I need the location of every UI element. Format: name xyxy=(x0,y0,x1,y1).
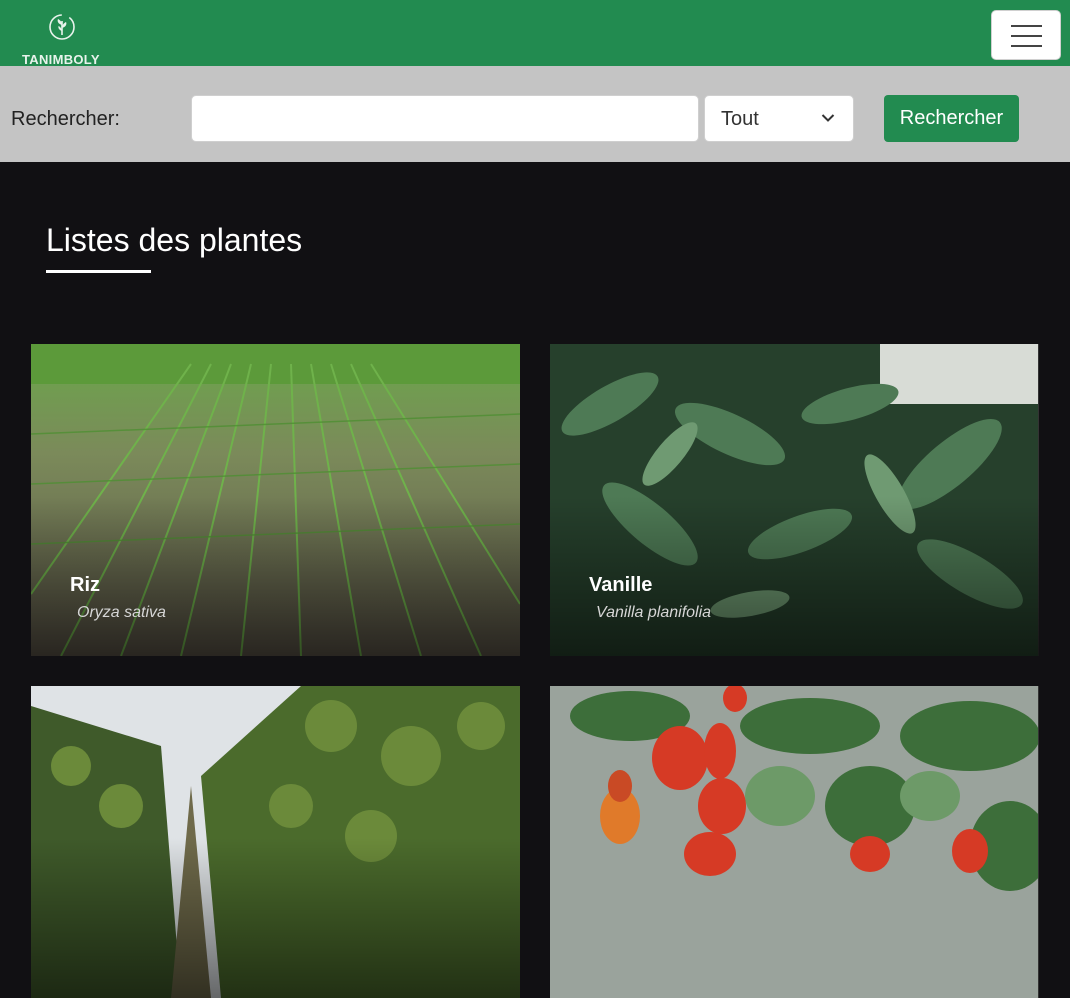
plant-scientific-name: Vanilla planifolia xyxy=(596,604,712,621)
card-overlay xyxy=(31,838,520,998)
plant-card-4[interactable] xyxy=(550,686,1039,998)
chevron-down-icon xyxy=(821,114,835,122)
hamburger-bar xyxy=(1011,35,1042,37)
search-button[interactable]: Rechercher xyxy=(884,95,1019,142)
card-overlay xyxy=(31,496,520,656)
title-underline xyxy=(46,270,151,273)
brand-name: TANIMBOLY xyxy=(22,52,100,67)
plant-name: Riz xyxy=(70,574,100,596)
tomato-plant-image xyxy=(550,686,1038,998)
hamburger-menu-icon xyxy=(1011,25,1042,27)
top-navbar: TANIMBOLY xyxy=(0,0,1070,67)
plant-scientific-name: Oryza sativa xyxy=(77,604,166,621)
plant-card-vanille[interactable]: Vanille Vanilla planifolia xyxy=(550,344,1039,656)
category-filter-select[interactable]: Tout xyxy=(704,95,854,142)
brand-logo[interactable]: TANIMBOLY xyxy=(20,12,104,67)
filter-selected-value: Tout xyxy=(721,108,759,130)
page-title: Listes des plantes xyxy=(46,222,303,258)
plant-card-riz[interactable]: Riz Oryza sativa xyxy=(31,344,520,656)
plant-card-3[interactable] xyxy=(31,686,520,998)
search-label: Rechercher: xyxy=(11,108,120,130)
plant-name: Vanille xyxy=(589,574,653,596)
hamburger-bar xyxy=(1011,45,1042,47)
menu-toggle-button[interactable] xyxy=(991,10,1061,60)
search-input[interactable] xyxy=(191,95,699,142)
leaf-sprout-icon xyxy=(49,14,75,40)
